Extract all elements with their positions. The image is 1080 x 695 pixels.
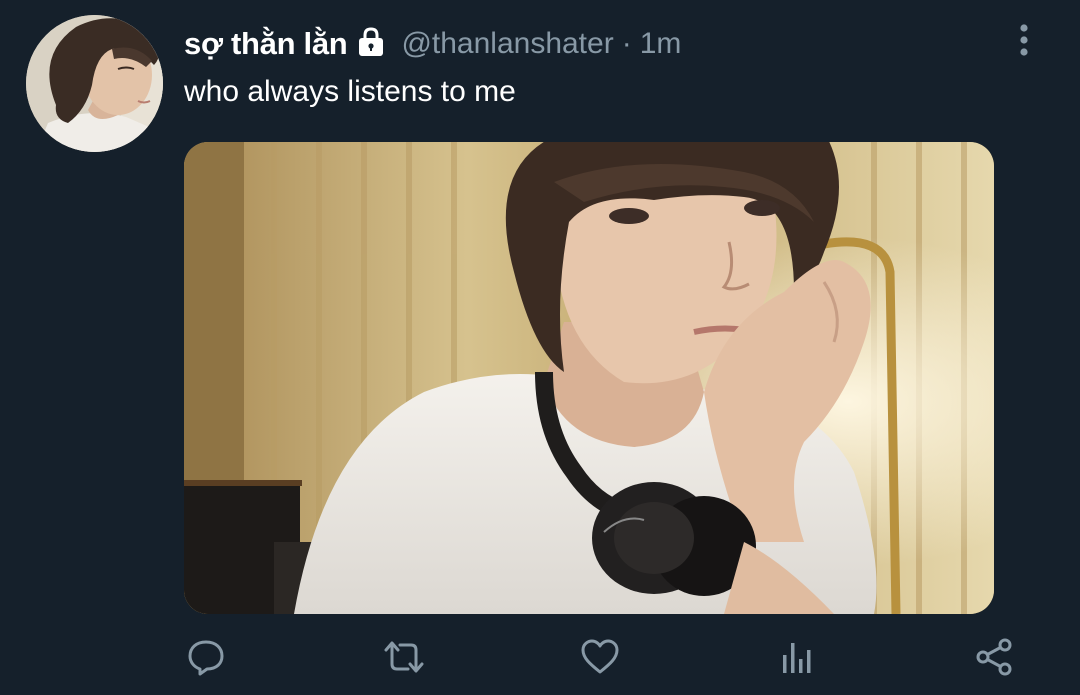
separator-dot: ·: [621, 27, 632, 60]
timestamp[interactable]: 1m: [640, 27, 682, 61]
display-name[interactable]: sợ thằn lằn: [184, 26, 348, 62]
action-bar: [0, 630, 1080, 685]
share-icon: [974, 638, 1014, 676]
heart-icon: [580, 638, 620, 676]
lock-icon: [355, 26, 387, 58]
tweet-text: who always listens to me: [184, 75, 516, 108]
retweet-icon: [382, 638, 426, 676]
user-handle[interactable]: @thanlanshater: [401, 27, 613, 61]
reply-button[interactable]: [179, 630, 233, 684]
analytics-button[interactable]: [770, 630, 824, 684]
share-button[interactable]: [967, 630, 1021, 684]
tweet-photo[interactable]: [184, 142, 994, 614]
tweet-header: sợ thằn lằn @thanlanshater · 1m: [184, 22, 681, 66]
analytics-icon: [779, 639, 815, 675]
retweet-button[interactable]: [377, 630, 431, 684]
more-vertical-icon[interactable]: [1010, 22, 1038, 58]
like-button[interactable]: [573, 630, 627, 684]
reply-icon: [187, 638, 225, 676]
tweet[interactable]: sợ thằn lằn @thanlanshater · 1m who alwa…: [0, 0, 1080, 695]
avatar[interactable]: [26, 15, 163, 152]
